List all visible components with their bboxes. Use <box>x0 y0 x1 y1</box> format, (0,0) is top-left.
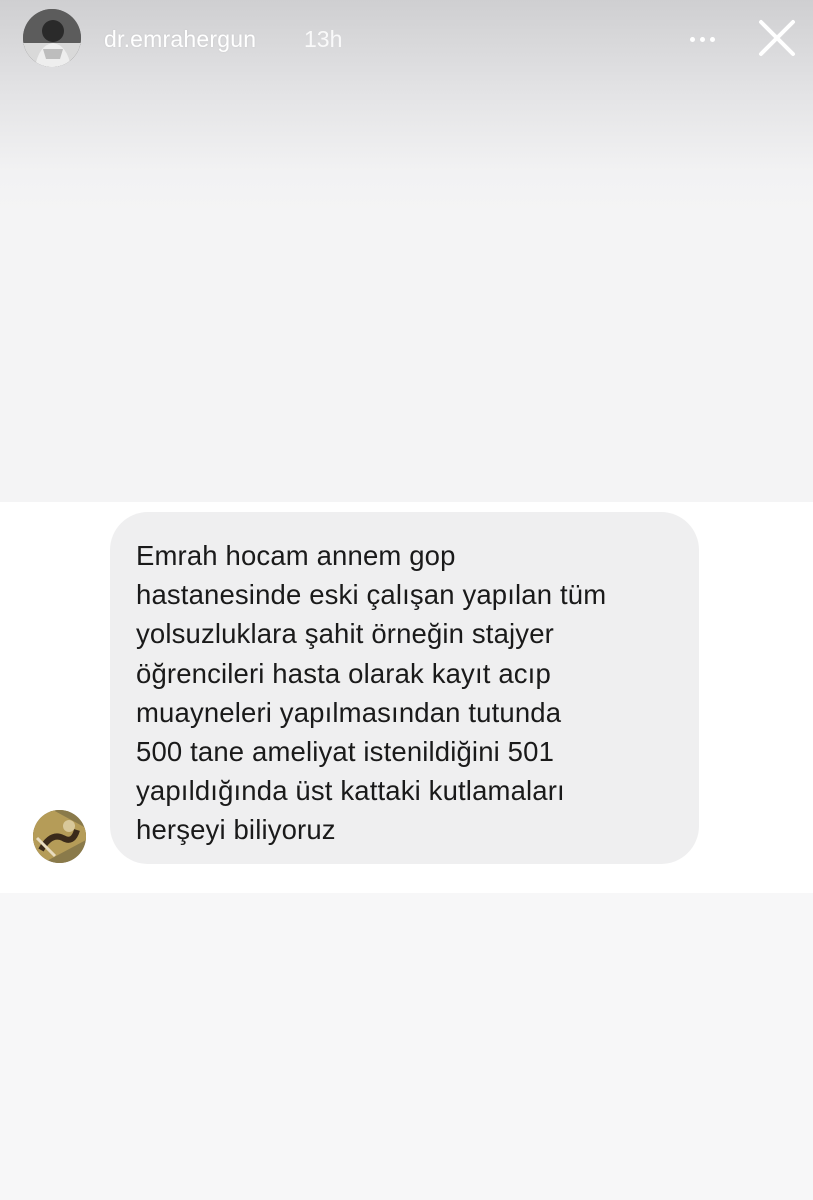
timestamp: 13h <box>304 26 343 52</box>
profile-photo-icon[interactable] <box>23 9 81 67</box>
shared-message-strip: Emrah hocam annem gop hastanesinde eski … <box>0 502 813 893</box>
more-options-button[interactable] <box>680 22 724 56</box>
sender-profile-photo-icon <box>33 810 86 863</box>
story-viewer: dr.emrahergun 13h Emrah hocam annem gop … <box>0 0 813 1200</box>
more-horizontal-icon-dot <box>699 36 705 42</box>
message-bubble: Emrah hocam annem gop hastanesinde eski … <box>110 512 699 864</box>
message-text: Emrah hocam annem gop hastanesinde eski … <box>136 540 607 846</box>
username[interactable]: dr.emrahergun <box>104 26 256 53</box>
more-horizontal-icon <box>689 36 695 42</box>
story-background-upper <box>0 215 813 502</box>
close-icon <box>759 20 795 56</box>
close-button[interactable] <box>755 16 799 60</box>
story-background-lower <box>0 893 813 1200</box>
story-header: dr.emrahergun 13h <box>0 0 813 80</box>
more-horizontal-icon-dot <box>709 36 715 42</box>
